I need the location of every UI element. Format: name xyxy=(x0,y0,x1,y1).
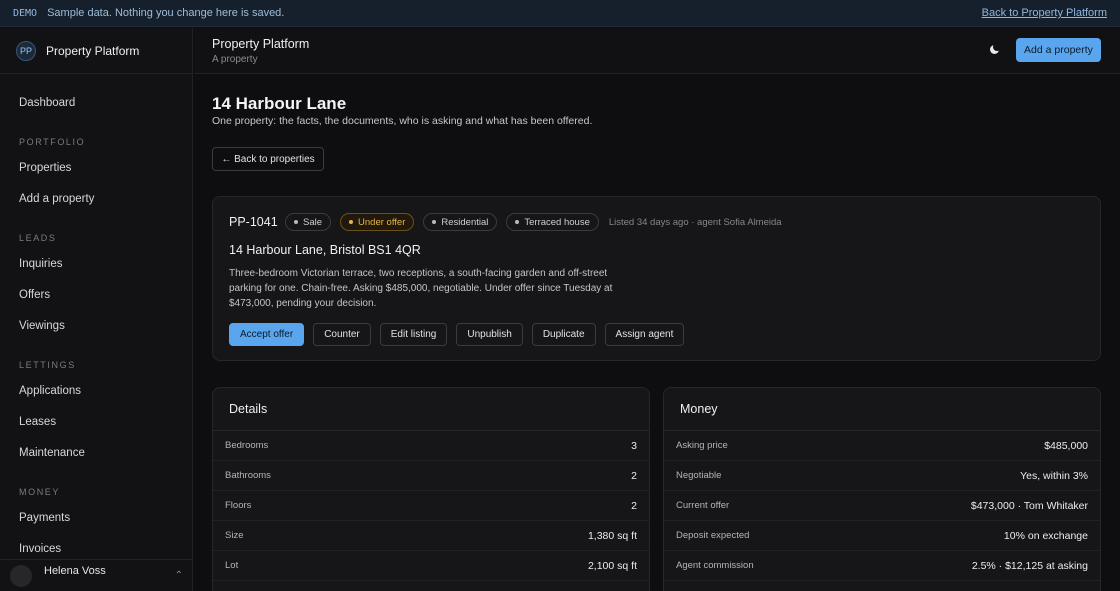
user-name: Helena Voss xyxy=(44,564,106,577)
row-label: Agent commission xyxy=(676,560,754,571)
avatar xyxy=(10,564,32,587)
row-value: 3 xyxy=(631,439,637,452)
row-value: 1,380 sq ft xyxy=(587,529,637,542)
status-badge-under-offer: Under offer xyxy=(340,213,415,231)
chip-label: Under offer xyxy=(358,216,406,228)
table-row: Current offer $473,000 · Tom Whitaker xyxy=(664,491,1100,521)
property-ref: PP-1041 xyxy=(229,215,278,229)
property-description: Three-bedroom Victorian terrace, two rec… xyxy=(229,268,613,309)
row-value: 2.5% · $12,125 at asking xyxy=(971,559,1088,572)
row-value: 2 xyxy=(631,469,637,482)
row-label: Size xyxy=(225,530,244,541)
sidebar-item-payments[interactable]: Payments xyxy=(0,503,192,534)
dot-icon xyxy=(432,220,437,224)
sidebar-item-properties[interactable]: Properties xyxy=(0,153,192,184)
moon-icon[interactable] xyxy=(987,42,1003,58)
property-address: 14 Harbour Lane, Bristol BS1 4QR xyxy=(229,243,421,257)
dot-icon xyxy=(349,220,354,224)
back-to-platform-link[interactable]: Back to Property Platform xyxy=(982,7,1107,19)
table-row: Agent commission 2.5% · $12,125 at asking xyxy=(664,551,1100,581)
row-label: Bedrooms xyxy=(225,440,269,451)
sidebar: PP Property Platform Dashboard PORTFOLIO… xyxy=(0,28,193,591)
status-badge-sale: Sale xyxy=(285,213,332,231)
details-title: Details xyxy=(213,388,649,431)
logo-badge: PP xyxy=(16,40,36,61)
table-row: Size 1,380 sq ft xyxy=(213,521,649,551)
row-value: 2,100 sq ft xyxy=(587,559,637,572)
nav-section-leads: LEADS xyxy=(19,233,57,243)
sidebar-item-dashboard[interactable]: Dashboard xyxy=(0,88,192,119)
topbar-title: Property Platform xyxy=(212,37,310,51)
row-value: Yes, within 3% xyxy=(1020,469,1088,482)
demo-tag: DEMO xyxy=(13,7,38,19)
row-label: Deposit expected xyxy=(676,530,750,541)
status-badge-residential: Residential xyxy=(423,213,498,231)
row-label: Asking price xyxy=(676,440,728,451)
sidebar-item-leases[interactable]: Leases xyxy=(0,407,192,438)
page-title: 14 Harbour Lane xyxy=(212,94,347,113)
sidebar-item-add-property[interactable]: Add a property xyxy=(0,184,192,215)
topbar: Property Platform A property Add a prope… xyxy=(194,28,1120,74)
nav-section-lettings: LETTINGS xyxy=(19,360,76,370)
table-row: Lot 2,100 sq ft xyxy=(213,551,649,581)
sidebar-item-maintenance[interactable]: Maintenance xyxy=(0,438,192,469)
property-summary-card: PP-1041 Sale Under offer Residential Ter… xyxy=(212,196,1101,361)
chevron-updown-icon: ⌃ xyxy=(174,570,183,581)
nav-section-money: MONEY xyxy=(19,487,61,497)
sidebar-item-applications[interactable]: Applications xyxy=(0,376,192,407)
row-label: Current offer xyxy=(676,500,730,511)
accept-offer-button[interactable]: Accept offer xyxy=(229,323,305,346)
listed-info: Listed 34 days ago · agent Sofia Almeida xyxy=(608,216,782,228)
money-title: Money xyxy=(664,388,1100,431)
row-value: $473,000 · Tom Whitaker xyxy=(970,499,1088,512)
table-row: Floors 2 xyxy=(213,491,649,521)
table-row: Deposit expected 10% on exchange xyxy=(664,521,1100,551)
dot-icon xyxy=(294,220,298,224)
brand[interactable]: PP Property Platform xyxy=(0,28,192,74)
status-badge-terraced-house: Terraced house xyxy=(506,213,599,231)
app-name: Property Platform xyxy=(46,43,140,58)
sidebar-item-offers[interactable]: Offers xyxy=(0,280,192,311)
main-content: 14 Harbour Lane One property: the facts,… xyxy=(194,75,1120,591)
counter-button[interactable]: Counter xyxy=(313,323,371,346)
row-value: $485,000 xyxy=(1044,439,1088,452)
row-label: Floors xyxy=(225,500,252,511)
details-panel: Details Bedrooms 3 Bathrooms 2 Floors 2 Siz… xyxy=(212,387,650,591)
sidebar-item-inquiries[interactable]: Inquiries xyxy=(0,249,192,280)
demo-banner: DEMO Sample data. Nothing you change her… xyxy=(0,0,1120,27)
demo-message: Sample data. Nothing you change here is … xyxy=(47,7,285,19)
edit-listing-button[interactable]: Edit listing xyxy=(379,323,448,346)
chip-label: Residential xyxy=(441,216,489,228)
topbar-subtitle: A property xyxy=(212,54,258,65)
table-row: Bathrooms 2 xyxy=(213,461,649,491)
assign-agent-button[interactable]: Assign agent xyxy=(604,323,685,346)
unpublish-button[interactable]: Unpublish xyxy=(456,323,523,346)
nav-section-portfolio: PORTFOLIO xyxy=(19,137,86,147)
property-actions: Accept offer Counter Edit listing Unpubl… xyxy=(229,323,693,346)
table-row: Bedrooms 3 xyxy=(213,431,649,461)
sidebar-item-viewings[interactable]: Viewings xyxy=(0,311,192,342)
add-property-button[interactable]: Add a property xyxy=(1016,38,1101,62)
chip-label: Sale xyxy=(303,216,323,228)
page-subtitle: One property: the facts, the documents, … xyxy=(212,115,593,127)
back-to-properties-button[interactable]: ← Back to properties xyxy=(212,147,324,171)
chip-label: Terraced house xyxy=(524,216,590,228)
row-label: Negotiable xyxy=(676,470,722,481)
row-label: Lot xyxy=(225,560,239,571)
row-label: Bathrooms xyxy=(225,470,271,481)
sidebar-nav: Dashboard PORTFOLIO Properties Add a pro… xyxy=(0,74,192,565)
row-value: 2 xyxy=(631,499,637,512)
property-chips: Sale Under offer Residential Terraced ho… xyxy=(285,213,782,231)
table-row: Negotiable Yes, within 3% xyxy=(664,461,1100,491)
user-menu[interactable]: Helena Voss ⌃ xyxy=(0,559,192,591)
table-row: Asking price $485,000 xyxy=(664,431,1100,461)
row-value: 10% on exchange xyxy=(1003,529,1088,542)
dot-icon xyxy=(515,220,520,224)
duplicate-button[interactable]: Duplicate xyxy=(531,323,596,346)
money-panel: Money Asking price $485,000 Negotiable Yes… xyxy=(663,387,1101,591)
